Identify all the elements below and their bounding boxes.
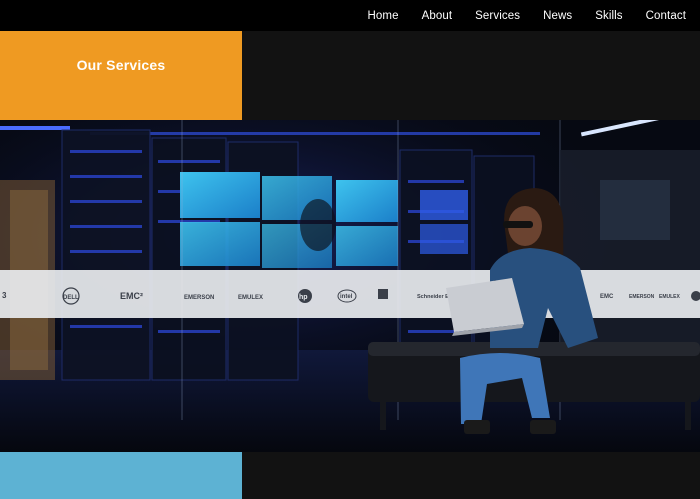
hero-image: 3 DELL EMC² EMERSON EMULEX hp intel Schn…	[0, 120, 700, 452]
services-header-panel: Our Services	[0, 31, 242, 120]
logo-hp: hp	[299, 294, 308, 301]
datacenter-scene-illustration: 3 DELL EMC² EMERSON EMULEX hp intel Schn…	[0, 120, 700, 452]
logo-emerson: EMERSON	[184, 295, 214, 301]
blue-accent-panel	[0, 452, 242, 499]
logo-dell: DELL	[63, 295, 79, 301]
logo-emc-2: EMC	[600, 294, 614, 300]
nav-skills-link[interactable]: Skills	[595, 10, 622, 22]
nav-home-link[interactable]: Home	[368, 10, 399, 22]
nav-contact-link[interactable]: Contact	[646, 10, 686, 22]
top-navigation: Home About Services News Skills Contact	[0, 0, 700, 31]
logo-emulex-2: EMULEX	[659, 294, 681, 300]
nav-news-link[interactable]: News	[543, 10, 572, 22]
services-title: Our Services	[76, 56, 166, 73]
nav-services-link[interactable]: Services	[475, 10, 520, 22]
dark-top-panel	[242, 31, 700, 120]
logo-emerson-2: EMERSON	[629, 294, 655, 300]
logo-emulex: EMULEX	[238, 295, 263, 301]
logo-intel: intel	[340, 294, 353, 300]
nav-about-link[interactable]: About	[422, 10, 453, 22]
logo-emc: EMC²	[120, 291, 143, 301]
svg-text:3: 3	[2, 291, 7, 300]
dark-bottom-panel	[242, 452, 700, 499]
